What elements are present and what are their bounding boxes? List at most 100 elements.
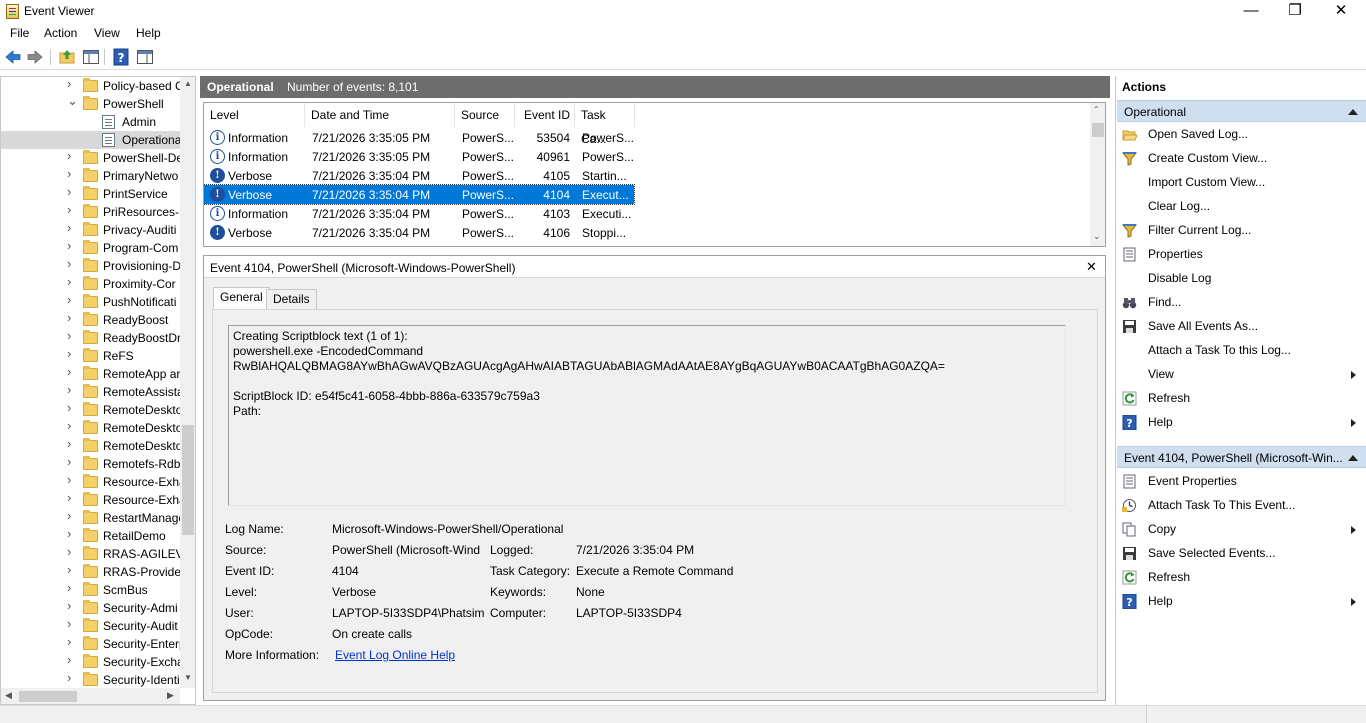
chevron-right-icon[interactable]: ›	[67, 473, 77, 486]
chevron-right-icon[interactable]: ›	[67, 545, 77, 558]
tree-item[interactable]: › PrimaryNetwo	[1, 167, 181, 185]
collapse-triangle-icon[interactable]	[1348, 109, 1358, 115]
scrollbar-thumb[interactable]	[19, 691, 77, 702]
action-help[interactable]: ? Help	[1116, 411, 1366, 435]
back-arrow-icon[interactable]	[4, 48, 22, 66]
actions-section-event[interactable]: Event 4104, PowerShell (Microsoft-Win...	[1117, 446, 1366, 468]
chevron-right-icon[interactable]: ›	[67, 185, 77, 198]
column-header-task-category[interactable]: Task Ca...	[575, 103, 635, 146]
tree-item[interactable]: ⌄ PowerShell	[1, 95, 181, 113]
tree-item[interactable]: › Program-Com	[1, 239, 181, 257]
chevron-right-icon[interactable]: ›	[67, 509, 77, 522]
action-save-all-events-as[interactable]: Save All Events As...	[1116, 315, 1366, 339]
menu-help[interactable]: Help	[136, 26, 161, 40]
tree-item[interactable]: › RestartManage	[1, 509, 181, 527]
action-view[interactable]: View	[1116, 363, 1366, 387]
event-log-online-help-link[interactable]: Event Log Online Help	[335, 648, 455, 662]
action-refresh[interactable]: Refresh	[1116, 566, 1366, 590]
tab-general[interactable]: General	[213, 287, 270, 310]
column-header-source[interactable]: Source	[455, 103, 515, 127]
menu-action[interactable]: Action	[44, 26, 77, 40]
scrollbar-thumb[interactable]	[182, 425, 194, 535]
event-list-scrollbar[interactable]: ⌃ ⌄	[1090, 103, 1105, 246]
actions-section-operational[interactable]: Operational	[1117, 100, 1366, 122]
scroll-down-icon[interactable]: ▼	[184, 673, 192, 682]
scroll-up-icon[interactable]: ▲	[184, 79, 192, 88]
action-event-properties[interactable]: Event Properties	[1116, 470, 1366, 494]
action-copy[interactable]: Copy	[1116, 518, 1366, 542]
table-row[interactable]: i Information 7/21/2026 3:35:04 PM PowerS..…	[204, 204, 634, 223]
scroll-down-icon[interactable]: ⌄	[1093, 231, 1101, 242]
tree-item[interactable]: › RemoteDeskto	[1, 419, 181, 437]
column-header-level[interactable]: Level	[204, 103, 305, 127]
scrollbar-thumb[interactable]	[1092, 123, 1104, 137]
chevron-down-icon[interactable]: ⌄	[67, 95, 78, 107]
tree-item[interactable]: › PushNotificati	[1, 293, 181, 311]
column-header-date[interactable]: Date and Time	[305, 103, 455, 127]
tree-item[interactable]: › Policy-based C	[1, 77, 181, 95]
chevron-right-icon[interactable]: ›	[67, 347, 77, 360]
tree-item[interactable]: › ScmBus	[1, 581, 181, 599]
chevron-right-icon[interactable]: ›	[67, 149, 77, 162]
chevron-right-icon[interactable]: ›	[67, 77, 77, 90]
tree-item[interactable]: › RRAS-AGILEVP	[1, 545, 181, 563]
action-disable-log[interactable]: Disable Log	[1116, 267, 1366, 291]
chevron-right-icon[interactable]: ›	[67, 203, 77, 216]
chevron-right-icon[interactable]: ›	[67, 527, 77, 540]
tree-item[interactable]: › Security-Audit	[1, 617, 181, 635]
tab-details[interactable]: Details	[266, 289, 317, 309]
chevron-right-icon[interactable]: ›	[67, 653, 77, 666]
chevron-right-icon[interactable]: ›	[67, 383, 77, 396]
scroll-left-icon[interactable]: ◀	[5, 690, 12, 701]
chevron-right-icon[interactable]: ›	[67, 599, 77, 612]
table-row[interactable]: ! Verbose 7/21/2026 3:35:04 PM PowerS... 410…	[204, 166, 634, 185]
chevron-right-icon[interactable]: ›	[67, 329, 77, 342]
table-row[interactable]: ! Verbose 7/21/2026 3:35:04 PM PowerS... 410…	[204, 223, 634, 242]
chevron-right-icon[interactable]: ›	[67, 437, 77, 450]
chevron-right-icon[interactable]: ›	[67, 221, 77, 234]
tree-item[interactable]: › Security-Enterp	[1, 635, 181, 653]
chevron-right-icon[interactable]: ›	[67, 311, 77, 324]
chevron-right-icon[interactable]: ›	[67, 401, 77, 414]
column-header-event-id[interactable]: Event ID	[515, 103, 575, 127]
action-clear-log[interactable]: Clear Log...	[1116, 195, 1366, 219]
chevron-right-icon[interactable]: ›	[67, 491, 77, 504]
scroll-right-icon[interactable]: ▶	[167, 690, 174, 701]
tree-item[interactable]: › Security-Admi	[1, 599, 181, 617]
chevron-right-icon[interactable]: ›	[67, 275, 77, 288]
show-hide-console-tree-icon[interactable]	[82, 48, 100, 66]
tree-item[interactable]: › RemoteApp ar	[1, 365, 181, 383]
tree-item[interactable]: Operational	[1, 131, 181, 149]
tree-vertical-scrollbar[interactable]: ▲ ▼	[180, 77, 195, 688]
tree-item[interactable]: › PriResources-D	[1, 203, 181, 221]
chevron-right-icon[interactable]: ›	[67, 455, 77, 468]
tree-item[interactable]: › ReFS	[1, 347, 181, 365]
menu-file[interactable]: File	[10, 26, 29, 40]
action-open-saved-log[interactable]: Open Saved Log...	[1116, 123, 1366, 147]
menu-view[interactable]: View	[94, 26, 120, 40]
chevron-right-icon[interactable]: ›	[67, 293, 77, 306]
forward-arrow-icon[interactable]	[26, 48, 44, 66]
action-attach-task-to-this-event[interactable]: Attach Task To This Event...	[1116, 494, 1366, 518]
event-description[interactable]: Creating Scriptblock text (1 of 1): powe…	[228, 325, 1066, 506]
action-save-selected-events[interactable]: Save Selected Events...	[1116, 542, 1366, 566]
chevron-right-icon[interactable]: ›	[67, 581, 77, 594]
tree-item[interactable]: › Resource-Exha	[1, 491, 181, 509]
tree-item[interactable]: › PrintService	[1, 185, 181, 203]
action-properties[interactable]: Properties	[1116, 243, 1366, 267]
tree-item[interactable]: › Remotefs-Rdb	[1, 455, 181, 473]
tree-item[interactable]: › Provisioning-D	[1, 257, 181, 275]
close-detail-icon[interactable]: ✕	[1086, 259, 1097, 275]
tree-item[interactable]: › PowerShell-De	[1, 149, 181, 167]
chevron-right-icon[interactable]: ›	[67, 167, 77, 180]
tree-item[interactable]: › Security-Identi	[1, 671, 181, 689]
tree-horizontal-scrollbar[interactable]: ◀ ▶	[1, 688, 180, 704]
action-refresh[interactable]: Refresh	[1116, 387, 1366, 411]
tree-item[interactable]: › Resource-Exha	[1, 473, 181, 491]
tree-item[interactable]: Admin	[1, 113, 181, 131]
tree-item[interactable]: › RetailDemo	[1, 527, 181, 545]
show-hide-action-pane-icon[interactable]	[136, 48, 154, 66]
chevron-right-icon[interactable]: ›	[67, 563, 77, 576]
chevron-right-icon[interactable]: ›	[67, 617, 77, 630]
action-create-custom-view[interactable]: Create Custom View...	[1116, 147, 1366, 171]
